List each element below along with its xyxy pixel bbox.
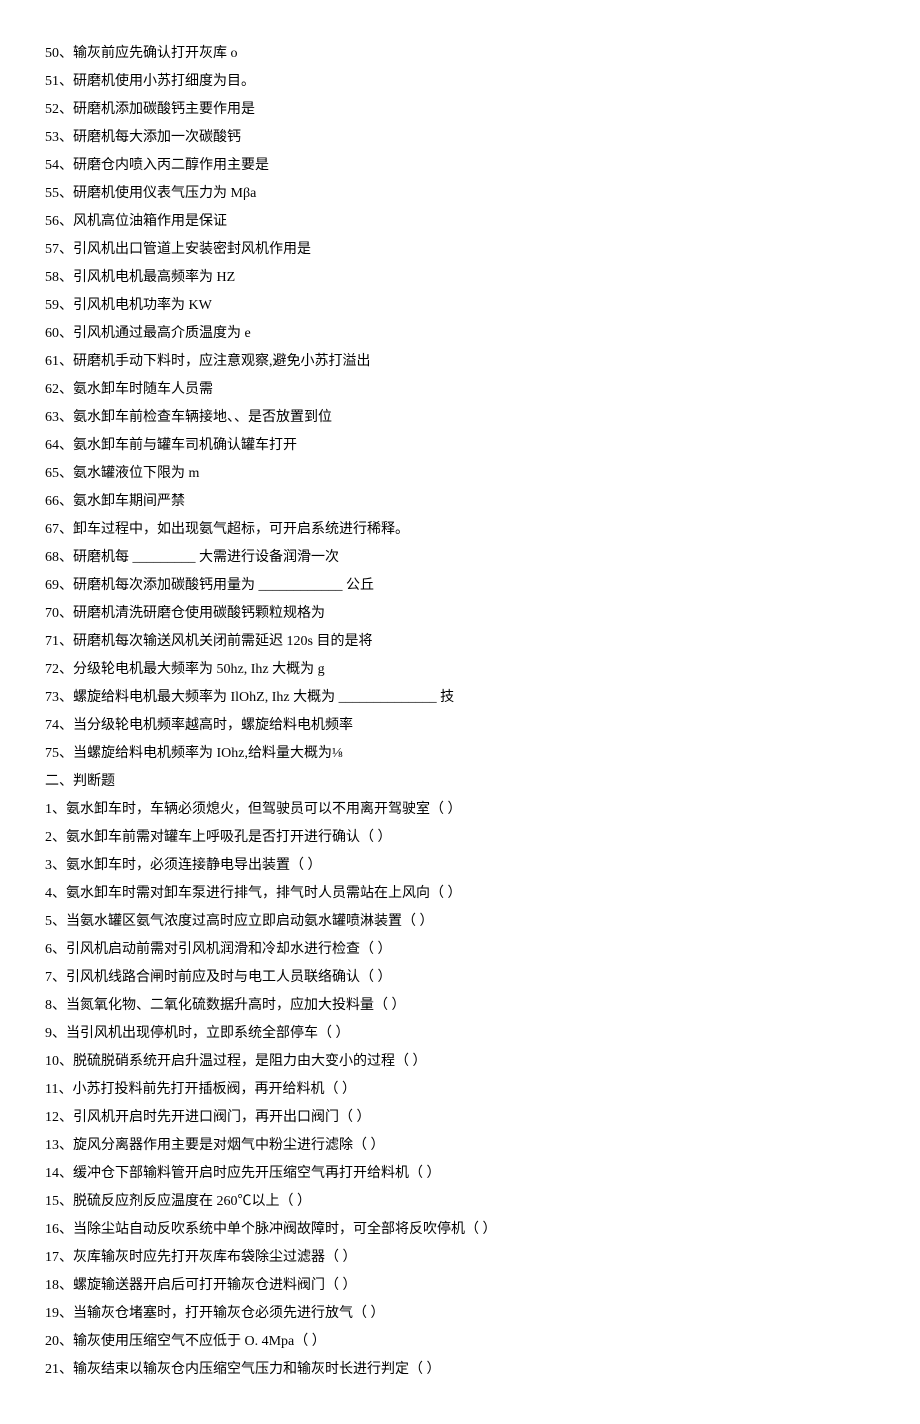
fill-item: 57、引风机出口管道上安装密封风机作用是 — [45, 236, 875, 264]
fill-item: 56、风机高位油箱作用是保证 — [45, 208, 875, 236]
fill-item: 64、氨水卸车前与罐车司机确认罐车打开 — [45, 432, 875, 460]
fill-item: 71、研磨机每次输送风机关闭前需延迟 120s 目的是将 — [45, 628, 875, 656]
fill-item: 75、当螺旋给料电机频率为 IOhz,给料量大概为⅛ — [45, 740, 875, 768]
fill-item: 61、研磨机手动下料时，应注意观察,避免小苏打溢出 — [45, 348, 875, 376]
judge-item: 11、小苏打投料前先打开插板阀，再开给料机（ ） — [45, 1076, 875, 1104]
fill-item: 58、引风机电机最高频率为 HZ — [45, 264, 875, 292]
fill-item: 65、氨水罐液位下限为 m — [45, 460, 875, 488]
judge-item: 14、缓冲仓下部输料管开启时应先开压缩空气再打开给料机（ ） — [45, 1160, 875, 1188]
judge-item: 3、氨水卸车时，必须连接静电导出装置（ ） — [45, 852, 875, 880]
fill-item: 54、研磨仓内喷入丙二醇作用主要是 — [45, 152, 875, 180]
judge-item: 17、灰库输灰时应先打开灰库布袋除尘过滤器（ ） — [45, 1244, 875, 1272]
fill-item: 60、引风机通过最高介质温度为 e — [45, 320, 875, 348]
fill-item: 68、研磨机每 _________ 大需进行设备润滑一次 — [45, 544, 875, 572]
fill-item: 72、分级轮电机最大频率为 50hz, Ihz 大概为 g — [45, 656, 875, 684]
section-2-title: 二、判断题 — [45, 768, 875, 796]
fill-item: 69、研磨机每次添加碳酸钙用量为 ____________ 公丘 — [45, 572, 875, 600]
judge-item: 12、引风机开启时先开进口阀门，再开出口阀门（ ） — [45, 1104, 875, 1132]
fill-item: 59、引风机电机功率为 KW — [45, 292, 875, 320]
fill-item: 50、输灰前应先确认打开灰库 o — [45, 40, 875, 68]
judge-item: 4、氨水卸车时需对卸车泵进行排气，排气时人员需站在上风向（ ） — [45, 880, 875, 908]
judge-item: 20、输灰使用压缩空气不应低于 O. 4Mpa（ ） — [45, 1328, 875, 1356]
fill-item: 52、研磨机添加碳酸钙主要作用是 — [45, 96, 875, 124]
fill-item: 67、卸车过程中，如出现氨气超标，可开启系统进行稀释。 — [45, 516, 875, 544]
judge-question-list: 1、氨水卸车时，车辆必须熄火，但驾驶员可以不用离开驾驶室（ ）2、氨水卸车前需对… — [45, 796, 875, 1384]
judge-item: 5、当氨水罐区氨气浓度过高时应立即启动氨水罐喷淋装置（ ） — [45, 908, 875, 936]
judge-item: 8、当氮氧化物、二氧化硫数据升高时，应加大投料量（ ） — [45, 992, 875, 1020]
judge-item: 9、当引风机出现停机时，立即系统全部停车（ ） — [45, 1020, 875, 1048]
judge-item: 13、旋风分离器作用主要是对烟气中粉尘进行滤除（ ） — [45, 1132, 875, 1160]
judge-item: 16、当除尘站自动反吹系统中单个脉冲阀故障时，可全部将反吹停机（ ） — [45, 1216, 875, 1244]
fill-in-blank-list: 50、输灰前应先确认打开灰库 o51、研磨机使用小苏打细度为目。52、研磨机添加… — [45, 40, 875, 768]
judge-item: 6、引风机启动前需对引风机润滑和冷却水进行检查（ ） — [45, 936, 875, 964]
fill-item: 63、氨水卸车前检查车辆接地、、是否放置到位 — [45, 404, 875, 432]
judge-item: 19、当输灰仓堵塞时，打开输灰仓必须先进行放气（ ） — [45, 1300, 875, 1328]
fill-item: 51、研磨机使用小苏打细度为目。 — [45, 68, 875, 96]
fill-item: 53、研磨机每大添加一次碳酸钙 — [45, 124, 875, 152]
judge-item: 21、输灰结束以输灰仓内压缩空气压力和输灰时长进行判定（ ） — [45, 1356, 875, 1384]
judge-item: 10、脱硫脱硝系统开启升温过程，是阻力由大变小的过程（ ） — [45, 1048, 875, 1076]
fill-item: 55、研磨机使用仪表气压力为 Mβa — [45, 180, 875, 208]
judge-item: 15、脱硫反应剂反应温度在 260℃以上（ ） — [45, 1188, 875, 1216]
fill-item: 66、氨水卸车期间严禁 — [45, 488, 875, 516]
judge-item: 18、螺旋输送器开启后可打开输灰仓进料阀门（ ） — [45, 1272, 875, 1300]
fill-item: 62、氨水卸车时随车人员需 — [45, 376, 875, 404]
fill-item: 70、研磨机清洗研磨仓使用碳酸钙颗粒规格为 — [45, 600, 875, 628]
judge-item: 2、氨水卸车前需对罐车上呼吸孔是否打开进行确认（ ） — [45, 824, 875, 852]
judge-item: 7、引风机线路合闸时前应及时与电工人员联络确认（ ） — [45, 964, 875, 992]
judge-item: 1、氨水卸车时，车辆必须熄火，但驾驶员可以不用离开驾驶室（ ） — [45, 796, 875, 824]
fill-item: 73、螺旋给料电机最大频率为 IlOhZ, Ihz 大概为 __________… — [45, 684, 875, 712]
fill-item: 74、当分级轮电机频率越高时，螺旋给料电机频率 — [45, 712, 875, 740]
